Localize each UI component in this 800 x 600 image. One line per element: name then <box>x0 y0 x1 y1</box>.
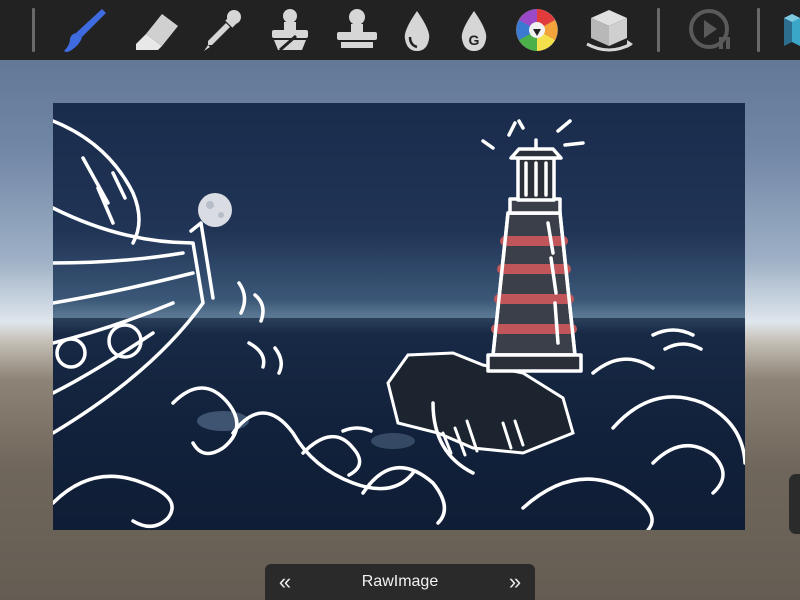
stamp-brush-icon[interactable] <box>262 0 316 60</box>
toolbar-separator <box>32 8 35 52</box>
toolbar-separator <box>757 8 760 52</box>
cube-rotate-icon[interactable] <box>580 0 638 60</box>
double-chevron-right-icon: » <box>508 569 522 594</box>
raw-image-canvas[interactable] <box>53 103 745 530</box>
previous-button[interactable]: « <box>265 564 305 600</box>
next-button[interactable]: » <box>495 564 535 600</box>
eraser-icon[interactable] <box>130 0 184 60</box>
stamp-icon[interactable] <box>328 0 384 60</box>
toolbar-separator <box>657 8 660 52</box>
drop-icon[interactable] <box>392 0 442 60</box>
paintbrush-icon[interactable] <box>58 0 112 60</box>
side-panel-handle[interactable] <box>789 474 800 534</box>
drop-g-icon[interactable]: G <box>450 0 498 60</box>
play-pause-icon[interactable] <box>682 0 738 60</box>
drop-g-letter: G <box>469 32 480 48</box>
color-wheel-icon[interactable] <box>510 0 564 60</box>
bottom-bar-title: RawImage <box>361 573 439 590</box>
bottom-navigation-bar: « RawImage » <box>265 564 535 600</box>
moon <box>198 193 232 227</box>
double-chevron-left-icon: « <box>278 569 292 594</box>
toolbar: G <box>0 0 800 60</box>
unity-cube-icon[interactable] <box>780 0 800 60</box>
lighthouse <box>481 119 585 373</box>
eyedropper-icon[interactable] <box>195 0 249 60</box>
lighthouse-sketch-image <box>53 119 745 530</box>
